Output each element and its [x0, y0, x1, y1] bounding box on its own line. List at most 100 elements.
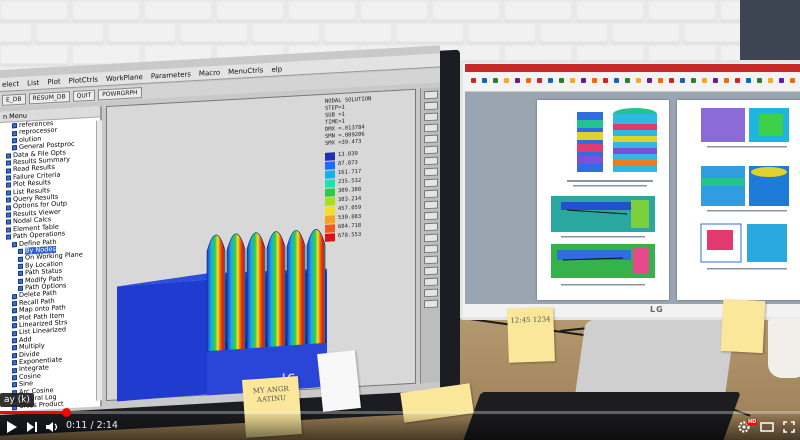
- toolbar-button[interactable]: RESUM_DB: [28, 90, 70, 104]
- view-control-button[interactable]: [423, 145, 438, 155]
- menu-item[interactable]: Parameters: [151, 70, 191, 80]
- ribbon-icon[interactable]: [669, 78, 674, 83]
- brick: [36, 24, 104, 44]
- menu-item[interactable]: MenuCtrls: [228, 66, 263, 76]
- menu-item[interactable]: Macro: [199, 68, 220, 77]
- player-controls-gradient: [0, 410, 800, 440]
- tree-node-icon: [6, 182, 11, 189]
- tank-figure: [613, 108, 657, 172]
- brick: [324, 24, 392, 44]
- brick: [0, 2, 68, 22]
- brick: [72, 2, 140, 22]
- ribbon-icon[interactable]: [779, 78, 784, 83]
- view-control-button[interactable]: [423, 244, 438, 254]
- view-control-button[interactable]: [423, 167, 438, 177]
- menu-item[interactable]: elp: [271, 65, 282, 74]
- ribbon-icon[interactable]: [548, 78, 553, 83]
- ribbon-icon[interactable]: [515, 78, 520, 83]
- view-control-button[interactable]: [423, 299, 438, 309]
- legend-value: 87.873: [338, 159, 358, 168]
- ribbon-icon[interactable]: [724, 78, 729, 83]
- legend-value: 457.059: [338, 204, 362, 213]
- view-control-button[interactable]: [423, 277, 438, 287]
- view-control-button[interactable]: [423, 266, 438, 276]
- view-control-button[interactable]: [423, 200, 438, 210]
- view-control-button[interactable]: [423, 288, 438, 298]
- ribbon-icon[interactable]: [757, 78, 762, 83]
- view-control-button[interactable]: [423, 90, 438, 100]
- menu-item[interactable]: PlotCtrls: [69, 75, 98, 85]
- brick: [648, 2, 716, 22]
- document-canvas: [465, 92, 800, 304]
- tree-node-icon: [12, 130, 17, 136]
- play-icon: [7, 421, 17, 433]
- ribbon-icon[interactable]: [570, 78, 575, 83]
- ribbon-icon[interactable]: [768, 78, 773, 83]
- ribbon-icon[interactable]: [636, 78, 641, 83]
- progress-scrubber[interactable]: [61, 408, 71, 417]
- main-menu-tree: n Menu references reprocessor olution Gener…: [0, 106, 102, 413]
- fullscreen-icon: [783, 421, 795, 433]
- brick: [612, 24, 680, 44]
- view-control-button[interactable]: [423, 101, 438, 111]
- menu-item[interactable]: Plot: [47, 77, 60, 86]
- tree-node-icon: [12, 308, 17, 314]
- ribbon-icon[interactable]: [537, 78, 542, 83]
- tree-node-icon: [6, 190, 11, 196]
- ribbon-icon[interactable]: [658, 78, 663, 83]
- ribbon-icon[interactable]: [559, 78, 564, 83]
- view-control-button[interactable]: [423, 156, 438, 166]
- ribbon-icon[interactable]: [603, 78, 608, 83]
- ribbon-icon[interactable]: [625, 78, 630, 83]
- next-button[interactable]: [22, 418, 42, 436]
- ribbon-icon[interactable]: [647, 78, 652, 83]
- ribbon-icon[interactable]: [581, 78, 586, 83]
- ribbon-icon[interactable]: [691, 78, 696, 83]
- view-control-button[interactable]: [423, 255, 438, 265]
- view-control-button[interactable]: [423, 178, 438, 188]
- view-control-button[interactable]: [423, 233, 438, 243]
- fullscreen-button[interactable]: [780, 418, 798, 436]
- ribbon-icon[interactable]: [702, 78, 707, 83]
- tree-node-icon: [12, 360, 17, 366]
- ribbon-icon[interactable]: [790, 78, 795, 83]
- view-control-button[interactable]: [423, 123, 438, 133]
- ribbon-icon[interactable]: [526, 78, 531, 83]
- graphics-viewport[interactable]: NODAL SOLUTION STEP=1 SUB =1 TIME=1 DMX =.01…: [106, 88, 416, 402]
- ribbon-icon[interactable]: [592, 78, 597, 83]
- cooling-fin: [286, 230, 306, 348]
- ribbon-icon[interactable]: [680, 78, 685, 83]
- ribbon-icon[interactable]: [504, 78, 509, 83]
- tree-scrollbar[interactable]: [96, 120, 102, 401]
- view-control-button[interactable]: [423, 134, 438, 144]
- progress-bar[interactable]: [0, 411, 800, 414]
- toolbar-button[interactable]: E_DB: [2, 93, 26, 106]
- ribbon-icon[interactable]: [735, 78, 740, 83]
- plot-info-line: TIME=1: [325, 118, 345, 126]
- menu-item[interactable]: List: [27, 78, 39, 87]
- menu-item[interactable]: WorkPlane: [106, 73, 143, 83]
- menu-item[interactable]: elect: [2, 79, 19, 88]
- view-control-button[interactable]: [423, 222, 438, 232]
- theater-mode-button[interactable]: [758, 418, 776, 436]
- player-tooltip: ay (k): [0, 393, 34, 407]
- ribbon-icon[interactable]: [471, 78, 476, 83]
- ribbon-icon[interactable]: [614, 78, 619, 83]
- ribbon-icon[interactable]: [493, 78, 498, 83]
- ribbon-icon[interactable]: [482, 78, 487, 83]
- volume-icon: [46, 422, 58, 432]
- mute-button[interactable]: [42, 418, 62, 436]
- legend-swatch: [325, 161, 335, 170]
- cooling-fin: [226, 233, 246, 351]
- toolbar-button[interactable]: QUIT: [72, 89, 96, 102]
- ribbon-icon[interactable]: [713, 78, 718, 83]
- toolbar-button[interactable]: POWRGRPH: [98, 86, 142, 101]
- ribbon-icon[interactable]: [746, 78, 751, 83]
- play-button[interactable]: [2, 418, 22, 436]
- legend-swatch: [325, 206, 335, 215]
- view-control-button[interactable]: [423, 211, 438, 221]
- paper-cup: [768, 318, 800, 378]
- view-control-button[interactable]: [423, 112, 438, 122]
- view-control-button[interactable]: [423, 189, 438, 199]
- sticky-note-text: MY ANGR AATINU: [252, 384, 290, 405]
